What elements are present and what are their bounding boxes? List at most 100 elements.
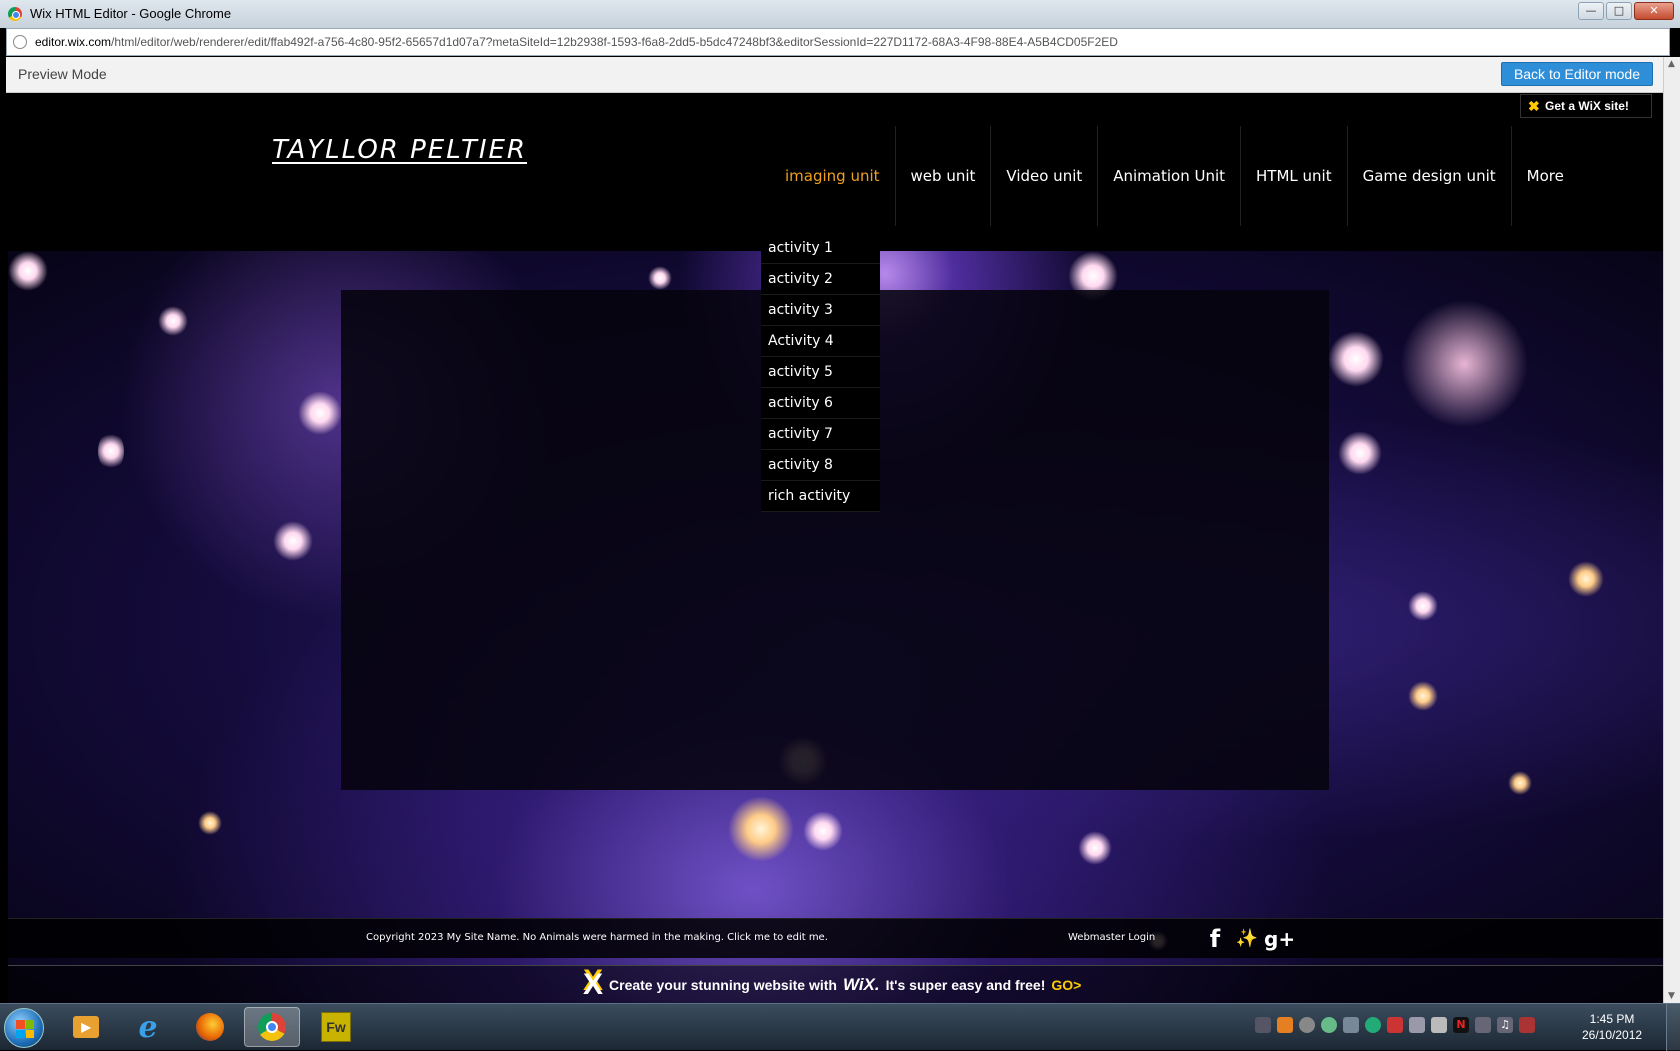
- star: [803, 811, 843, 851]
- minimize-icon[interactable]: —: [1578, 2, 1604, 20]
- media-player-icon: ▶: [73, 1016, 99, 1038]
- star: [1408, 681, 1438, 711]
- url-text[interactable]: editor.wix.com/html/editor/web/renderer/…: [35, 35, 1118, 49]
- window-controls: — □ ✕: [1578, 2, 1674, 20]
- url-domain: editor.wix.com: [35, 35, 112, 49]
- webmaster-login-link[interactable]: Webmaster Login: [1068, 932, 1155, 943]
- fireworks-taskbar-button[interactable]: Fw: [308, 1007, 364, 1047]
- address-bar[interactable]: editor.wix.com/html/editor/web/renderer/…: [6, 28, 1670, 56]
- media-player-taskbar-button[interactable]: ▶: [58, 1007, 114, 1047]
- tray-volume-icon[interactable]: ♫: [1497, 1017, 1513, 1033]
- wix-promo-bar[interactable]: X Create your stunning website with WiX.…: [8, 965, 1663, 1003]
- system-tray: N ♫: [1255, 1017, 1535, 1033]
- start-button[interactable]: [4, 1008, 44, 1048]
- scroll-up-icon[interactable]: ▲: [1668, 59, 1675, 69]
- site-preview: TAYLLOR PELTIER ✖ Get a WiX site! imagin…: [8, 93, 1663, 1003]
- wix-brand: WiX.: [842, 975, 880, 994]
- tray-red-icon[interactable]: [1387, 1017, 1403, 1033]
- dropdown-item-activity-2[interactable]: activity 2: [761, 264, 880, 295]
- dropdown-item-activity-1[interactable]: activity 1: [761, 233, 880, 264]
- tray-flag-icon[interactable]: [1519, 1017, 1535, 1033]
- nav-item-html-unit[interactable]: HTML unit: [1241, 126, 1348, 226]
- vertical-scrollbar[interactable]: ▲ ▼: [1663, 57, 1680, 1003]
- nav-item-game-design-unit[interactable]: Game design unit: [1348, 126, 1512, 226]
- internet-explorer-taskbar-button[interactable]: e: [120, 1007, 176, 1047]
- dropdown-item-activity-3[interactable]: activity 3: [761, 295, 880, 326]
- globe-icon: [13, 35, 27, 49]
- maximize-icon[interactable]: □: [1606, 2, 1632, 20]
- tray-keyboard-icon[interactable]: [1255, 1017, 1271, 1033]
- star: [158, 306, 188, 336]
- clock-date: 26/10/2012: [1582, 1028, 1643, 1042]
- nav-item-imaging-unit[interactable]: imaging unit: [770, 126, 896, 226]
- show-desktop-button[interactable]: [1666, 1004, 1680, 1051]
- star: [1568, 561, 1604, 597]
- tray-n-icon[interactable]: N: [1453, 1017, 1469, 1033]
- window-title: Wix HTML Editor - Google Chrome: [30, 6, 232, 21]
- google-plus-icon[interactable]: g+: [1264, 926, 1295, 952]
- dropdown-item-rich-activity[interactable]: rich activity: [761, 481, 880, 512]
- star: [273, 521, 313, 561]
- chrome-taskbar-button[interactable]: [244, 1007, 300, 1047]
- wix-promo-text: Create your stunning website with: [609, 977, 837, 993]
- chrome-icon: [8, 7, 22, 21]
- fireworks-icon: Fw: [321, 1012, 351, 1042]
- clock-time: 1:45 PM: [1589, 1012, 1635, 1026]
- tray-green-icon[interactable]: [1365, 1017, 1381, 1033]
- star: [1078, 831, 1112, 865]
- back-to-editor-button[interactable]: Back to Editor mode: [1500, 62, 1653, 86]
- star: [8, 251, 48, 291]
- get-wix-site-badge[interactable]: ✖ Get a WiX site!: [1520, 94, 1652, 118]
- nav-item-video-unit[interactable]: Video unit: [991, 126, 1099, 226]
- tray-sync-icon[interactable]: [1321, 1017, 1337, 1033]
- preview-mode-label: Preview Mode: [18, 66, 107, 82]
- nav-item-animation-unit[interactable]: Animation Unit: [1098, 126, 1242, 226]
- wix-badge-label: Get a WiX site!: [1545, 99, 1629, 113]
- wix-x-icon: ✖: [1528, 98, 1540, 114]
- nav-item-web-unit[interactable]: web unit: [896, 126, 992, 226]
- close-icon[interactable]: ✕: [1634, 2, 1674, 20]
- site-title[interactable]: TAYLLOR PELTIER: [272, 135, 527, 165]
- tray-disc-icon[interactable]: [1299, 1017, 1315, 1033]
- chrome-icon: [258, 1013, 286, 1041]
- dropdown-item-activity-5[interactable]: activity 5: [761, 357, 880, 388]
- tray-network-icon[interactable]: [1475, 1017, 1491, 1033]
- star: [1408, 591, 1438, 621]
- star: [1328, 331, 1384, 387]
- tray-cursor-icon[interactable]: [1431, 1017, 1447, 1033]
- tray-tool-icon[interactable]: [1343, 1017, 1359, 1033]
- tray-pen-icon[interactable]: [1409, 1017, 1425, 1033]
- internet-explorer-icon: e: [138, 1009, 158, 1045]
- wix-tagline: It's super easy and free!: [885, 977, 1046, 993]
- copyright-text[interactable]: Copyright 2023 My Site Name. No Animals …: [366, 932, 828, 943]
- star: [1508, 771, 1532, 795]
- taskbar-clock[interactable]: 1:45 PM 26/10/2012: [1582, 1011, 1642, 1043]
- windows-logo-icon: [16, 1020, 34, 1038]
- nav-item-more[interactable]: More: [1512, 126, 1579, 226]
- site-footer: Copyright 2023 My Site Name. No Animals …: [8, 918, 1663, 958]
- star: [98, 431, 124, 471]
- window-titlebar: Wix HTML Editor - Google Chrome — □ ✕: [0, 0, 1680, 28]
- star: [648, 266, 672, 290]
- twitter-icon[interactable]: ✨: [1234, 926, 1260, 952]
- wix-promo-content: X Create your stunning website with WiX.…: [583, 968, 1081, 1001]
- scroll-down-icon[interactable]: ▼: [1668, 991, 1675, 1001]
- firefox-taskbar-button[interactable]: [182, 1007, 238, 1047]
- dropdown-item-activity-4[interactable]: Activity 4: [761, 326, 880, 357]
- url-path: /html/editor/web/renderer/edit/ffab492f-…: [111, 35, 1118, 49]
- tray-app-icon[interactable]: [1277, 1017, 1293, 1033]
- site-nav: imaging unit web unit Video unit Animati…: [770, 126, 1579, 226]
- preview-bar: Preview Mode Back to Editor mode: [6, 57, 1663, 93]
- windows-taskbar: ▶ e Fw N ♫ 1:45 PM 26/10/2012: [0, 1003, 1680, 1051]
- wix-logo-icon: X: [583, 968, 604, 1001]
- dropdown-item-activity-7[interactable]: activity 7: [761, 419, 880, 450]
- facebook-icon[interactable]: f: [1206, 926, 1224, 952]
- dropdown-item-activity-8[interactable]: activity 8: [761, 450, 880, 481]
- wix-go-link[interactable]: GO>: [1051, 977, 1081, 993]
- star: [1338, 431, 1382, 475]
- star: [298, 391, 342, 435]
- star: [198, 811, 222, 835]
- star: [728, 796, 794, 862]
- imaging-unit-dropdown: activity 1 activity 2 activity 3 Activit…: [761, 233, 880, 512]
- dropdown-item-activity-6[interactable]: activity 6: [761, 388, 880, 419]
